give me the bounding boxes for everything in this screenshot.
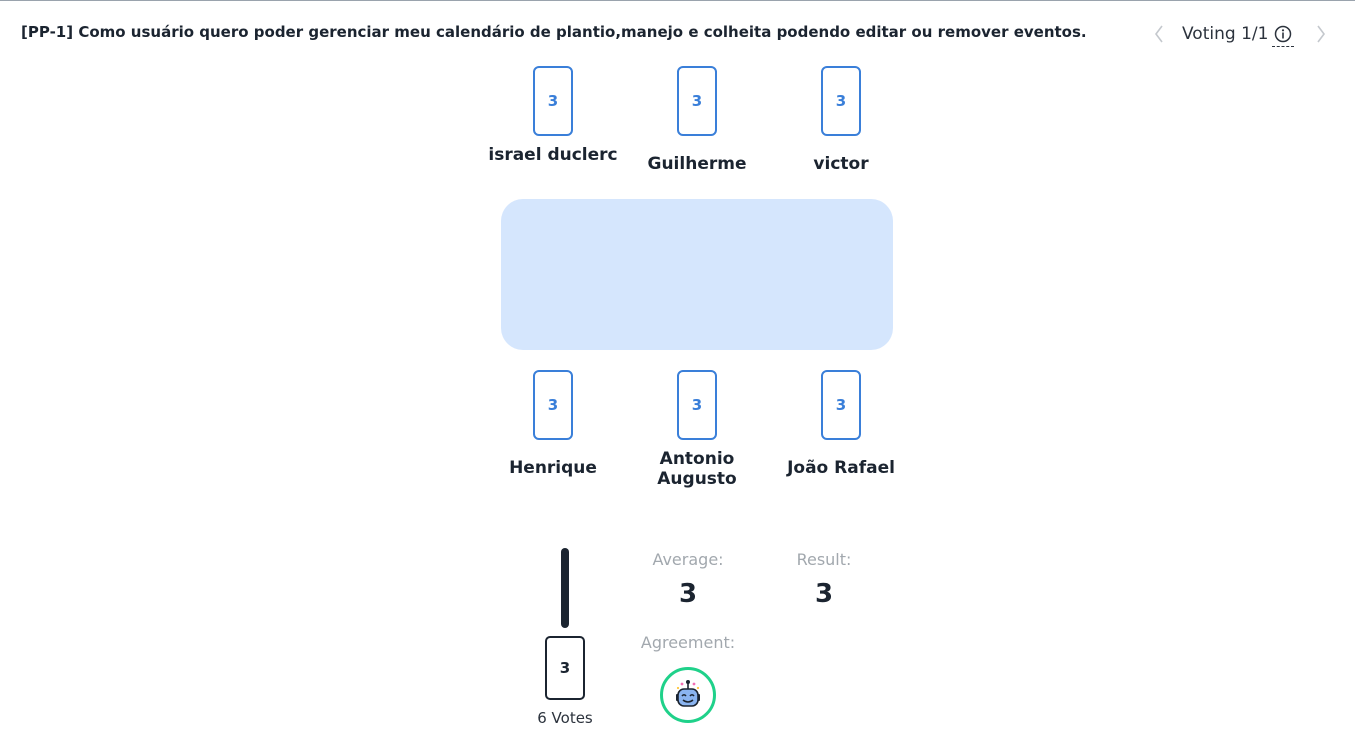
chevron-right-icon bbox=[1317, 25, 1326, 43]
player-seat: 3 israel duclerc bbox=[488, 66, 618, 165]
poker-table bbox=[501, 199, 893, 350]
happy-robot-icon bbox=[676, 680, 700, 707]
vote-value-card: 3 bbox=[545, 636, 585, 700]
vote-count: 6 Votes bbox=[537, 709, 593, 727]
player-seat: 3 João Rafael bbox=[776, 370, 906, 478]
average-label: Average: bbox=[652, 550, 724, 569]
previous-voting-button[interactable] bbox=[1152, 22, 1166, 46]
average-value: 3 bbox=[678, 579, 698, 609]
player-seat: 3 victor bbox=[776, 66, 906, 174]
agreement-indicator bbox=[660, 667, 716, 723]
player-card: 3 bbox=[677, 66, 717, 136]
vote-distribution-bar bbox=[561, 548, 569, 628]
chevron-left-icon bbox=[1155, 25, 1163, 43]
agreement-label: Agreement: bbox=[640, 633, 736, 652]
player-card: 3 bbox=[821, 66, 861, 136]
player-name: João Rafael bbox=[787, 458, 895, 478]
result-value: 3 bbox=[814, 579, 834, 609]
player-card: 3 bbox=[821, 370, 861, 440]
info-icon[interactable] bbox=[1272, 25, 1295, 47]
player-name: victor bbox=[813, 154, 869, 174]
voting-counter: Voting 1/1 bbox=[1182, 24, 1269, 44]
player-seat: 3 Henrique bbox=[488, 370, 618, 478]
story-title: [PP-1] Como usuário quero poder gerencia… bbox=[21, 23, 1087, 41]
player-card: 3 bbox=[533, 66, 573, 136]
player-name: israel duclerc bbox=[488, 145, 618, 165]
player-name: Henrique bbox=[509, 458, 597, 478]
player-seat: 3 Guilherme bbox=[632, 66, 762, 174]
player-card: 3 bbox=[533, 370, 573, 440]
next-voting-button[interactable] bbox=[1314, 22, 1328, 46]
player-name: Antonio Augusto bbox=[657, 449, 737, 489]
player-name: Guilherme bbox=[647, 154, 747, 174]
result-label: Result: bbox=[796, 550, 852, 569]
player-card: 3 bbox=[677, 370, 717, 440]
player-seat: 3 Antonio Augusto bbox=[632, 370, 762, 489]
voting-navigation: Voting 1/1 bbox=[1152, 21, 1328, 47]
